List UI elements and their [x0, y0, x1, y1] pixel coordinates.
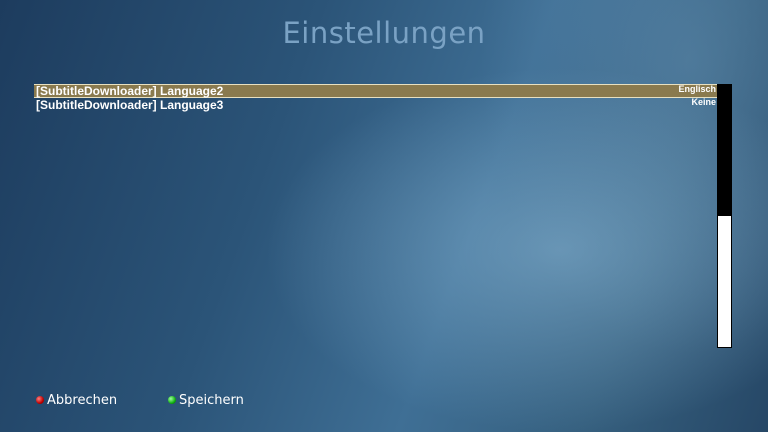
- setting-value[interactable]: Englisch: [678, 82, 716, 96]
- scrollbar[interactable]: [717, 84, 732, 348]
- red-button-icon: [36, 395, 44, 404]
- setting-label: [SubtitleDownloader] Language2: [36, 84, 224, 98]
- green-button-icon: [168, 395, 176, 404]
- save-button-label: Speichern: [179, 393, 244, 408]
- page-title: Einstellungen: [282, 16, 486, 50]
- setting-value[interactable]: Keine: [691, 95, 716, 109]
- save-button[interactable]: Speichern: [168, 393, 244, 408]
- setting-label: [SubtitleDownloader] Language3: [36, 98, 224, 112]
- settings-row-language2[interactable]: [SubtitleDownloader] Language2 Englisch: [34, 84, 718, 98]
- cancel-button-label: Abbrechen: [47, 393, 118, 408]
- scrollbar-thumb[interactable]: [718, 85, 731, 216]
- settings-row-language3[interactable]: [SubtitleDownloader] Language3 Keine: [34, 95, 718, 112]
- cancel-button[interactable]: Abbrechen: [36, 393, 117, 408]
- settings-list: [SubtitleDownloader] Language2 Englisch …: [34, 84, 718, 112]
